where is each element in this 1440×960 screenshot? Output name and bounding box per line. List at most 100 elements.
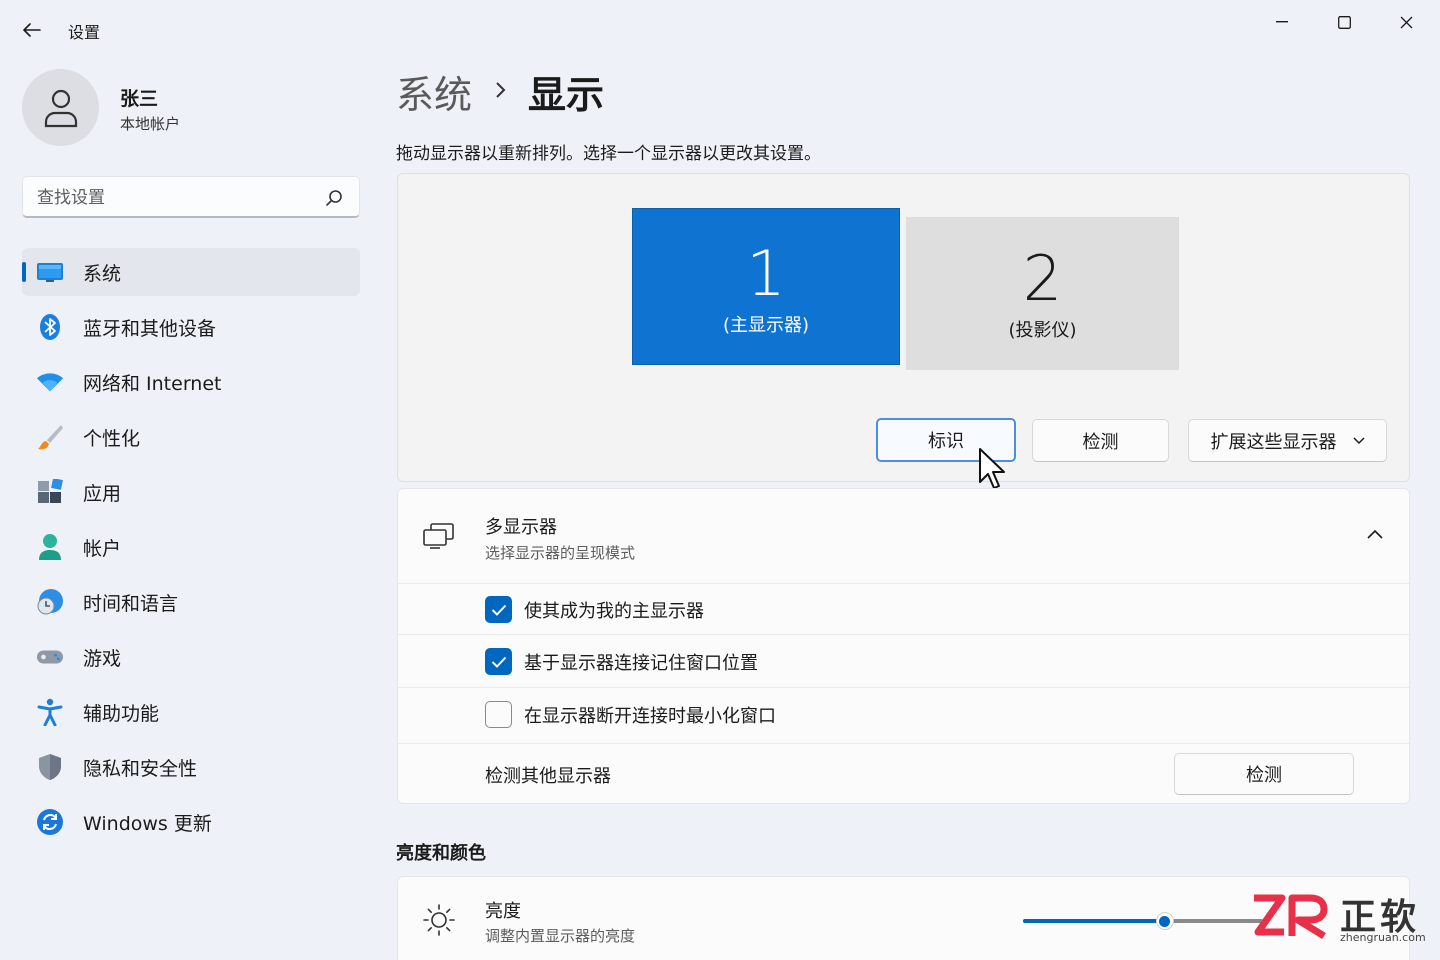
- maximize-icon: [1337, 15, 1351, 29]
- sidebar-item-label: 蓝牙和其他设备: [83, 317, 217, 340]
- multiple-displays-icon: [423, 523, 454, 549]
- detect-button-label: 检测: [1082, 431, 1119, 453]
- monitor-number: 2: [1022, 241, 1063, 315]
- monitor-caption: (主显示器): [722, 314, 810, 336]
- monitor-2-tile[interactable]: 2 (投影仪): [906, 217, 1179, 370]
- chevron-down-icon: [1352, 436, 1365, 444]
- display-arrangement-panel: 1 (主显示器) 2 (投影仪) 标识 检测 扩展这些显示器: [397, 173, 1410, 482]
- monitor-caption: (投影仪): [1008, 319, 1077, 341]
- sidebar-item-apps[interactable]: 应用: [22, 468, 360, 516]
- option-row[interactable]: 在显示器断开连接时最小化窗口: [398, 687, 1409, 743]
- apps-icon: [36, 478, 64, 506]
- sidebar-item-label: 个性化: [83, 427, 141, 450]
- close-button[interactable]: [1376, 4, 1436, 40]
- slider-thumb[interactable]: [1155, 912, 1174, 930]
- multiple-displays-header[interactable]: 多显示器 选择显示器的呈现模式: [398, 489, 1409, 583]
- brightness-color-heading: 亮度和颜色: [396, 843, 486, 864]
- option-row[interactable]: 基于显示器连接记住窗口位置: [398, 634, 1409, 687]
- user-name: 张三: [120, 88, 159, 110]
- multiple-displays-section: 多显示器 选择显示器的呈现模式 使其成为我的主显示器 基于显示器连接记住窗口位置…: [397, 488, 1410, 804]
- main-display-checkbox[interactable]: [485, 596, 512, 623]
- display-mode-dropdown[interactable]: 扩展这些显示器: [1188, 419, 1387, 462]
- arrangement-instructions: 拖动显示器以重新排列。选择一个显示器以更改其设置。: [396, 144, 821, 164]
- sidebar-item-privacy[interactable]: 隐私和安全性: [22, 743, 360, 791]
- detect-other-displays-button-label: 检测: [1246, 765, 1282, 786]
- sidebar-item-label: 游戏: [83, 647, 122, 670]
- detect-other-displays-button[interactable]: 检测: [1174, 753, 1354, 795]
- sidebar-item-label: 隐私和安全性: [83, 757, 198, 780]
- sidebar-item-gaming[interactable]: 游戏: [22, 633, 360, 681]
- brush-icon: [36, 423, 64, 451]
- close-icon: [1400, 16, 1412, 28]
- sidebar-nav: 系统 蓝牙和其他设备 网络和 Internet 个性化 应用 帐户 时间和语言 …: [22, 248, 360, 853]
- search-input[interactable]: [37, 186, 317, 210]
- detect-button[interactable]: 检测: [1032, 419, 1169, 462]
- sidebar-item-time-language[interactable]: 时间和语言: [22, 578, 360, 626]
- sidebar-item-label: 网络和 Internet: [83, 372, 222, 395]
- monitor-icon: [36, 258, 64, 286]
- sidebar-item-personalization[interactable]: 个性化: [22, 413, 360, 461]
- sidebar-item-network[interactable]: 网络和 Internet: [22, 358, 360, 406]
- display-mode-value: 扩展这些显示器: [1210, 431, 1337, 453]
- sidebar-item-windows-update[interactable]: Windows 更新: [22, 798, 360, 846]
- search-box: [22, 176, 360, 218]
- accessibility-icon: [36, 698, 64, 726]
- option-row[interactable]: 使其成为我的主显示器: [398, 583, 1409, 634]
- sidebar-item-bluetooth[interactable]: 蓝牙和其他设备: [22, 303, 360, 351]
- person-icon: [44, 89, 77, 127]
- brightness-subtitle: 调整内置显示器的亮度: [485, 927, 636, 945]
- settings-window: 设置 张三 本地帐户 系统: [0, 0, 1440, 960]
- sidebar-item-accessibility[interactable]: 辅助功能: [22, 688, 360, 736]
- wifi-icon: [36, 368, 64, 396]
- update-icon: [36, 808, 64, 836]
- watermark: 正软 zhengruan.com: [1250, 888, 1435, 948]
- maximize-button[interactable]: [1314, 4, 1374, 40]
- gamepad-icon: [36, 643, 64, 671]
- minimize-button[interactable]: [1252, 4, 1312, 40]
- sidebar-item-system[interactable]: 系统: [22, 248, 360, 296]
- chevron-up-icon[interactable]: [1366, 527, 1384, 541]
- breadcrumb-parent[interactable]: 系统: [396, 64, 472, 119]
- detect-other-displays-row: 检测其他显示器 检测: [398, 743, 1409, 804]
- sidebar-item-label: 时间和语言: [83, 592, 179, 615]
- avatar[interactable]: [22, 69, 99, 146]
- remember-window-positions-label: 基于显示器连接记住窗口位置: [524, 653, 758, 674]
- monitor-1-tile[interactable]: 1 (主显示器): [632, 208, 900, 365]
- brightness-icon: [423, 904, 455, 936]
- slider-fill: [1023, 919, 1165, 923]
- multiple-displays-subtitle: 选择显示器的呈现模式: [485, 544, 636, 562]
- minimize-windows-label: 在显示器断开连接时最小化窗口: [524, 706, 776, 727]
- multiple-displays-title: 多显示器: [485, 517, 557, 538]
- globe-clock-icon: [36, 588, 64, 616]
- watermark-logo: [1254, 894, 1328, 939]
- app-title: 设置: [68, 23, 101, 42]
- monitor-number: 1: [746, 236, 786, 310]
- watermark-url: zhengruan.com: [1340, 931, 1426, 944]
- checkmark-icon: [491, 656, 506, 668]
- identify-button-label: 标识: [928, 431, 964, 452]
- sidebar-item-label: Windows 更新: [83, 812, 212, 835]
- bluetooth-icon: [36, 313, 64, 341]
- brightness-title: 亮度: [485, 901, 521, 922]
- minimize-icon: [1276, 21, 1288, 23]
- minimize-windows-checkbox[interactable]: [485, 701, 512, 728]
- brightness-slider[interactable]: [1023, 912, 1263, 930]
- mouse-cursor-icon: [979, 448, 1005, 489]
- search-icon[interactable]: [325, 189, 343, 207]
- sidebar-item-accounts[interactable]: 帐户: [22, 523, 360, 571]
- person-icon: [36, 533, 64, 561]
- back-arrow-icon: [23, 23, 41, 37]
- back-button[interactable]: [14, 14, 50, 46]
- main-display-label: 使其成为我的主显示器: [524, 601, 704, 622]
- remember-window-positions-checkbox[interactable]: [485, 648, 512, 675]
- sidebar-item-label: 辅助功能: [83, 702, 160, 725]
- chevron-right-icon: [496, 82, 506, 98]
- account-type: 本地帐户: [120, 115, 181, 133]
- sidebar-item-label: 帐户: [83, 537, 122, 560]
- sidebar-item-label: 系统: [83, 262, 122, 285]
- detect-other-displays-label: 检测其他显示器: [485, 766, 611, 787]
- shield-icon: [36, 753, 64, 781]
- sidebar-item-label: 应用: [83, 482, 122, 505]
- page-title: 显示: [528, 73, 605, 117]
- checkmark-icon: [491, 604, 506, 616]
